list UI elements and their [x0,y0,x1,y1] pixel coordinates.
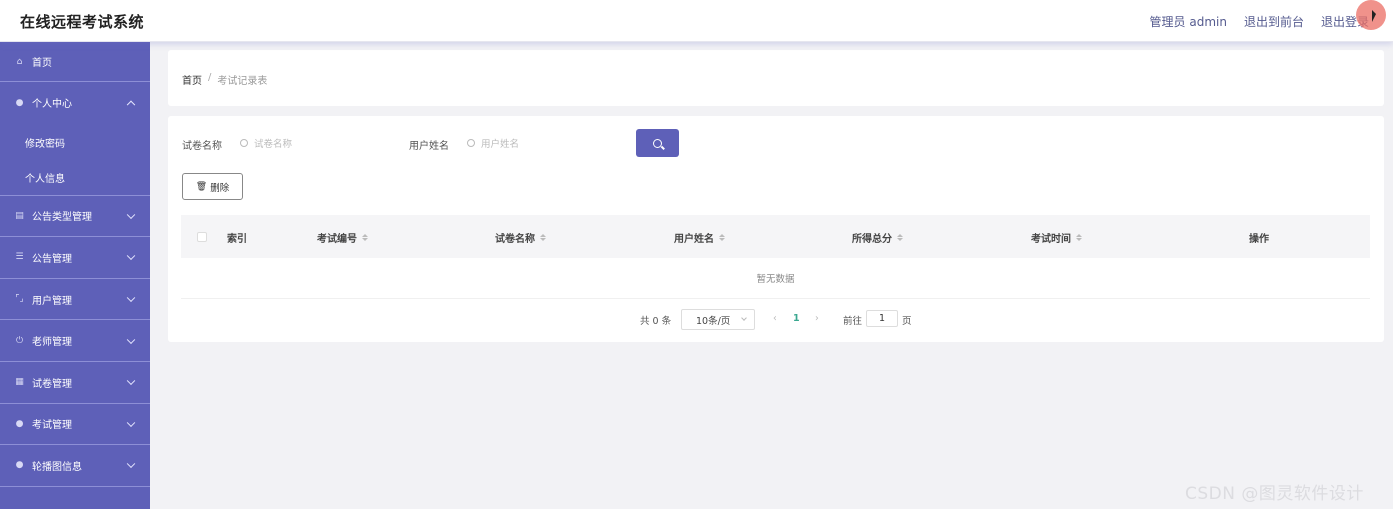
paper-name-label: 试卷名称 [182,141,222,152]
search-icon [653,138,662,148]
sidebar-subitem-personal-info[interactable]: 个人信息 [0,160,150,196]
chevron-down-icon [126,252,136,261]
page-size-value: 10条/页 [696,315,731,327]
chevron-down-icon [741,315,747,321]
column-label: 用户姓名 [674,234,714,245]
search-icon [467,139,475,147]
exit-to-frontend-link[interactable]: 退出到前台 [1244,13,1304,30]
table-header: 索引 考试编号 试卷名称 用户姓名 所得总分 考试时间 操作 [181,215,1370,258]
delete-button-label: 删除 [210,182,230,194]
sort-icon[interactable] [362,234,368,241]
chevron-down-icon [126,293,136,303]
trash-icon: 🗑 [195,181,208,192]
search-icon [240,139,248,147]
chevron-down-icon [126,460,136,469]
prev-page-icon[interactable]: ‹ [773,313,777,324]
user-name-label: 用户姓名 [409,141,449,152]
user-icon: ● [15,460,24,471]
sidebar-item-home[interactable]: ⌂ 首页 [0,42,150,82]
breadcrumb-current: 考试记录表 [217,76,268,87]
column-paper-name[interactable]: 试卷名称 [495,230,546,245]
document-icon: ▦ [15,377,24,388]
admin-user-link[interactable]: 管理员 admin [1150,13,1227,30]
mouse-cursor-icon [1372,10,1376,22]
folder-icon: ▤ [15,210,24,221]
paper-name-input[interactable]: 试卷名称 [240,130,390,156]
click-indicator [1356,0,1386,30]
sidebar-item-papers[interactable]: ▦ 试卷管理 [0,362,150,404]
sidebar-item-label: 试卷管理 [32,378,72,390]
sidebar-item-users[interactable]: ⌜⌟ 用户管理 [0,279,150,321]
column-label: 考试时间 [1031,234,1071,245]
next-page-icon[interactable]: › [815,313,819,324]
sidebar-item-label: 考试管理 [32,420,72,432]
column-total-score[interactable]: 所得总分 [852,230,903,245]
power-icon: ⏻ [15,335,24,346]
app-title: 在线远程考试系统 [20,13,145,31]
breadcrumb-home[interactable]: 首页 [182,72,202,87]
user-icon: ● [15,97,24,108]
column-label: 操作 [1249,234,1269,245]
sidebar-item-notice[interactable]: ☰ 公告管理 [0,237,150,279]
sort-icon[interactable] [897,234,903,241]
column-label: 所得总分 [852,234,892,245]
list-icon: ☰ [15,252,24,263]
paper-name-placeholder: 试卷名称 [254,139,293,150]
sidebar-item-label: 老师管理 [32,337,72,349]
column-index: 索引 [227,230,247,245]
chevron-down-icon [126,210,136,219]
sidebar-item-label: 首页 [32,58,52,69]
sidebar-item-teachers[interactable]: ⏻ 老师管理 [0,320,150,362]
page-size-select[interactable]: 10条/页 [681,309,755,330]
pagination: 共 0 条 10条/页 ‹ 1 › 前往 1 页 [168,309,1384,331]
goto-label: 前往 [843,316,863,327]
column-exam-id[interactable]: 考试编号 [317,230,368,245]
column-label: 索引 [227,234,247,245]
sidebar-item-label: 个人中心 [32,99,72,111]
user-name-input[interactable]: 用户姓名 [467,130,617,156]
breadcrumb: 首页 / 考试记录表 [182,72,267,87]
delete-button[interactable]: 🗑 删除 [182,173,243,200]
pagination-total: 共 0 条 [640,316,672,327]
page-unit-label: 页 [902,316,912,327]
user-name-placeholder: 用户姓名 [481,139,520,150]
sidebar-item-label: 公告类型管理 [32,212,92,224]
user-icon: ● [15,418,24,429]
search-button[interactable] [636,129,679,157]
sidebar-item-personal-center[interactable]: ● 个人中心 [0,82,150,124]
column-label: 试卷名称 [495,234,535,245]
chevron-up-icon [126,100,136,109]
sort-icon[interactable] [719,234,725,241]
column-actions: 操作 [1249,230,1269,245]
column-exam-time[interactable]: 考试时间 [1031,230,1082,245]
breadcrumb-separator: / [208,72,212,83]
empty-text: 暂无数据 [756,274,795,285]
watermark: CSDN @图灵软件设计 [1185,484,1364,504]
sidebar-item-label: 用户管理 [32,295,72,307]
goto-page-input[interactable]: 1 [866,310,898,327]
chevron-down-icon [126,418,136,427]
column-user-name[interactable]: 用户姓名 [674,230,725,245]
top-header: 在线远程考试系统 管理员 admin 退出到前台 退出登录 [0,0,1393,42]
sidebar: ⌂ 首页 ● 个人中心 修改密码 个人信息 ▤ 公告类型管理 ☰ 公告管理 ⌜⌟… [0,42,150,509]
sidebar-item-label: 公告管理 [32,253,72,265]
sidebar-item-exams[interactable]: ● 考试管理 [0,404,150,446]
column-label: 考试编号 [317,234,357,245]
page-number-current[interactable]: 1 [793,313,800,324]
sidebar-item-notice-type[interactable]: ▤ 公告类型管理 [0,196,150,238]
main-panel: 试卷名称 试卷名称 用户姓名 用户姓名 🗑 删除 索引 考试编号 试卷名称 用户… [168,116,1384,342]
sort-icon[interactable] [540,234,546,241]
table-empty-row: 暂无数据 [181,258,1370,299]
breadcrumb-panel: 首页 / 考试记录表 [168,50,1384,106]
sidebar-item-carousel[interactable]: ● 轮播图信息 [0,445,150,487]
sidebar-subitem-change-password[interactable]: 修改密码 [0,123,150,161]
sort-icon[interactable] [1076,234,1082,241]
frame-icon: ⌜⌟ [15,294,24,305]
select-all-checkbox[interactable] [197,232,207,242]
chevron-down-icon [126,335,136,344]
home-icon: ⌂ [16,56,23,67]
sidebar-item-label: 轮播图信息 [32,461,82,473]
header-links: 管理员 admin 退出到前台 退出登录 [1150,13,1369,30]
chevron-down-icon [126,376,136,386]
